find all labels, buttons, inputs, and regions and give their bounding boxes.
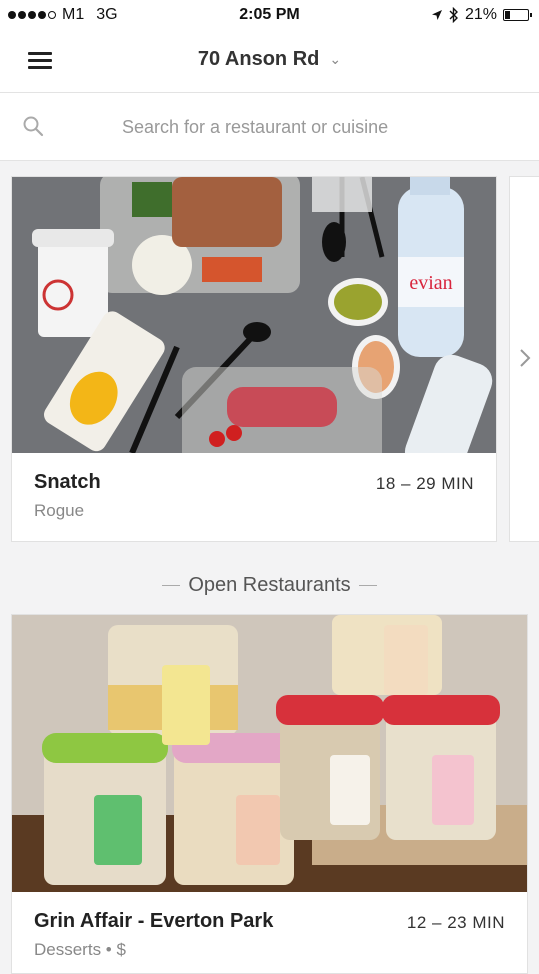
svg-text:evian: evian [409, 272, 452, 294]
section-title: Open Restaurants [188, 574, 351, 596]
delivery-time: 12 – 23 MIN [406, 913, 505, 932]
status-right: 21% [431, 6, 532, 24]
restaurant-name: Grin Affair - Everton Park [34, 910, 274, 932]
search-bar [0, 93, 539, 161]
bluetooth-icon [449, 7, 458, 23]
restaurant-card[interactable]: Grin Affair - Everton Park Desserts • $ … [11, 614, 528, 974]
search-icon [23, 116, 44, 137]
section-heading: Open Restaurants [0, 574, 539, 597]
location-label: 70 Anson Rd [197, 48, 320, 70]
battery-icon [503, 9, 532, 21]
delivery-time: 18 – 29 MIN [375, 474, 474, 493]
restaurant-subtitle: Desserts • $ [34, 940, 126, 959]
header: 70 Anson Rd ⌄ [0, 30, 539, 93]
restaurant-image [12, 615, 527, 892]
search-input[interactable] [120, 111, 504, 143]
featured-restaurant-card[interactable]: evian Snatch Rogue 18 – 29 MIN [11, 176, 497, 542]
divider [358, 585, 377, 587]
restaurant-subtitle: Rogue [34, 501, 85, 520]
restaurant-name: Snatch [34, 471, 101, 493]
restaurant-image: evian [12, 177, 496, 453]
location-arrow-icon [431, 10, 442, 20]
battery-percent: 21% [464, 6, 497, 23]
chevron-right-icon[interactable] [515, 346, 535, 370]
divider [162, 585, 181, 587]
status-bar: M1 3G 2:05 PM 21% [0, 0, 539, 30]
location-selector[interactable]: 70 Anson Rd ⌄ [0, 48, 539, 71]
chevron-down-icon: ⌄ [329, 51, 342, 68]
